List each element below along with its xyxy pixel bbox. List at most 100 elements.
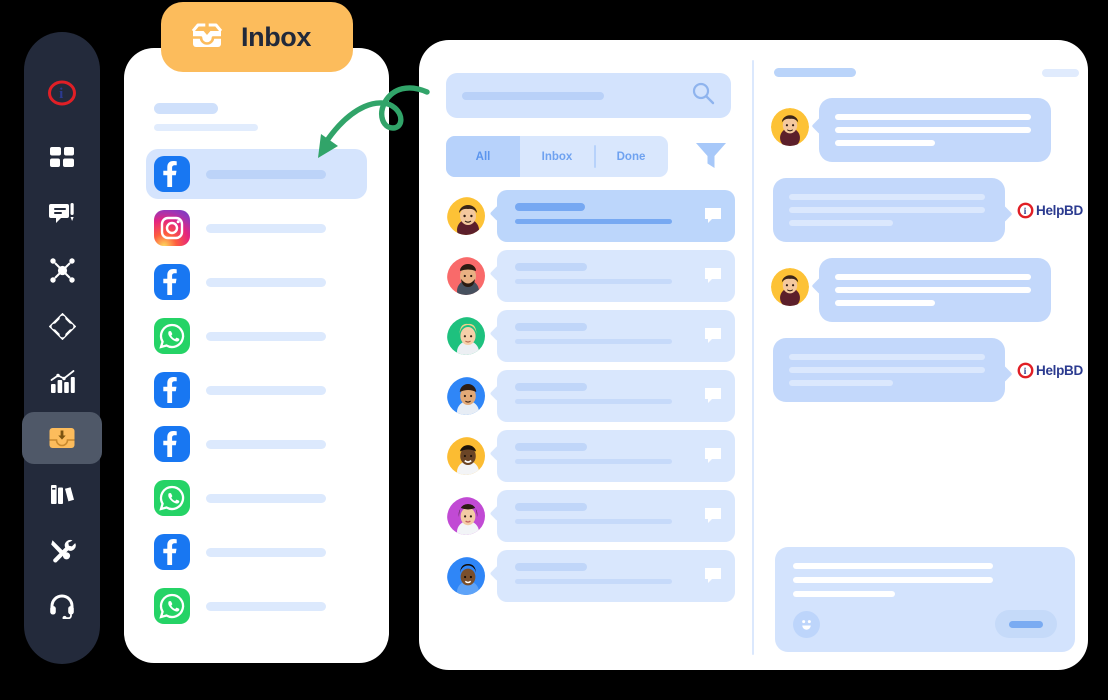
main-panel: All Inbox Done i HelpBD i HelpBD: [419, 40, 1088, 670]
table-row[interactable]: [445, 370, 735, 422]
panel-title-skeleton: [154, 103, 218, 114]
sidebar-item-dashboard[interactable]: [24, 130, 100, 186]
message-preview-skeleton: [515, 279, 672, 284]
network-nodes-icon: [49, 257, 75, 283]
message-line: [789, 354, 985, 360]
svg-text:i: i: [1024, 366, 1027, 376]
sender-name-skeleton: [515, 263, 587, 271]
list-item[interactable]: [146, 581, 367, 631]
funnel-filter-icon[interactable]: [693, 138, 729, 179]
message-preview-skeleton: [515, 519, 672, 524]
message-line: [789, 207, 985, 213]
avatar: [445, 315, 487, 357]
message-inbound: [771, 258, 1083, 322]
sender-name-skeleton: [515, 443, 587, 451]
inbox-download-icon: [49, 428, 75, 448]
chat-meta-skeleton: [1042, 68, 1079, 77]
search-input[interactable]: [446, 73, 731, 118]
conversation-list: [445, 190, 735, 610]
facebook-icon: [154, 426, 190, 462]
table-row[interactable]: [445, 430, 735, 482]
wrench-screwdriver-icon: [50, 539, 76, 562]
conversation-preview: [497, 550, 735, 602]
list-item[interactable]: [146, 311, 367, 361]
list-item[interactable]: [146, 365, 367, 415]
sidebar-item-inbox[interactable]: [22, 410, 102, 466]
composer-line: [793, 563, 993, 569]
helpbd-logo-icon: i: [48, 80, 76, 106]
tab-inbox-label: Inbox: [241, 21, 311, 52]
sidebar-item-conversations[interactable]: [24, 186, 100, 242]
inbox-download-icon: [191, 23, 223, 47]
panel-divider: [752, 60, 754, 655]
smiley-face-icon: [802, 619, 811, 630]
message-preview-skeleton: [515, 459, 672, 464]
message-preview-skeleton: [515, 579, 672, 584]
message-line: [789, 367, 985, 373]
channel-name-skeleton: [206, 493, 326, 503]
message-preview-skeleton: [515, 399, 672, 404]
avatar: [445, 375, 487, 417]
tab-inbox-filter[interactable]: Inbox: [520, 136, 594, 177]
send-label-skeleton: [1009, 620, 1043, 628]
sidebar-item-integrations[interactable]: [24, 298, 100, 354]
sidebar: i: [22, 32, 102, 664]
channel-list: [124, 149, 389, 631]
chat-bubble-icon: [704, 447, 722, 470]
channel-name-skeleton: [206, 385, 326, 395]
list-item[interactable]: [146, 527, 367, 577]
sidebar-item-reports[interactable]: [24, 354, 100, 410]
table-row[interactable]: [445, 190, 735, 242]
message-bubble: [819, 98, 1051, 162]
contact-name-skeleton: [774, 68, 856, 77]
helpbd-logo-icon: i: [1017, 362, 1034, 379]
chat-panel: i HelpBD i HelpBD: [769, 40, 1088, 670]
tab-inbox[interactable]: Inbox: [161, 2, 353, 72]
chat-bubble-icon: [704, 207, 722, 230]
list-item[interactable]: [146, 257, 367, 307]
sidebar-item-support[interactable]: [24, 578, 100, 634]
list-item[interactable]: [146, 203, 367, 253]
message-bubble: [773, 178, 1005, 242]
send-button[interactable]: [995, 610, 1057, 638]
sender-name-skeleton: [515, 203, 585, 211]
conversation-preview: [497, 190, 735, 242]
chat-header: [774, 68, 1079, 77]
sender-name-skeleton: [515, 503, 587, 511]
channel-name-skeleton: [206, 547, 326, 557]
grid-dashboard-icon: [50, 147, 74, 167]
sender-name-skeleton: [515, 563, 587, 571]
avatar: [771, 268, 809, 306]
chat-bubble-icon: [704, 267, 722, 290]
tab-done[interactable]: Done: [594, 136, 668, 177]
list-item[interactable]: [146, 149, 367, 199]
message-composer[interactable]: [775, 547, 1075, 652]
avatar: [771, 108, 809, 146]
channel-name-skeleton: [206, 331, 326, 341]
chat-alert-icon: [48, 202, 74, 223]
channel-name-skeleton: [206, 169, 326, 179]
message-line: [835, 274, 1031, 280]
list-item[interactable]: [146, 419, 367, 469]
whatsapp-icon: [154, 318, 190, 354]
helpbd-brand: i HelpBD: [1017, 362, 1083, 379]
table-row[interactable]: [445, 310, 735, 362]
avatar: [445, 195, 487, 237]
sidebar-item-knowledge-base[interactable]: [24, 466, 100, 522]
table-row[interactable]: [445, 250, 735, 302]
tab-all[interactable]: All: [446, 136, 520, 177]
message-line: [835, 127, 1031, 133]
helpbd-brand: i HelpBD: [1017, 202, 1083, 219]
sidebar-item-app-logo[interactable]: i: [24, 62, 100, 124]
sender-name-skeleton: [515, 383, 587, 391]
table-row[interactable]: [445, 490, 735, 542]
sidebar-item-automation[interactable]: [24, 242, 100, 298]
conversation-preview: [497, 250, 735, 302]
svg-text:i: i: [59, 86, 63, 102]
table-row[interactable]: [445, 550, 735, 602]
emoji-picker-button[interactable]: [793, 610, 820, 638]
sidebar-item-tools[interactable]: [24, 522, 100, 578]
list-item[interactable]: [146, 473, 367, 523]
message-line: [789, 380, 893, 386]
message-line: [789, 194, 985, 200]
